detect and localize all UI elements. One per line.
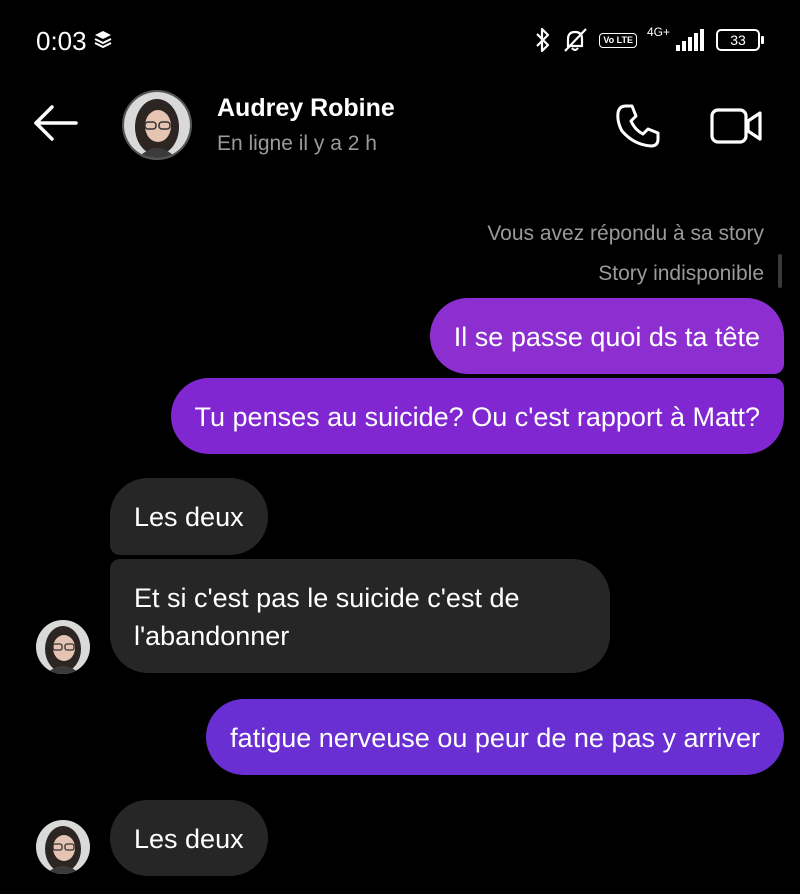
status-bar: 0:03 Vo LTE 4G+ 33 <box>0 0 800 80</box>
layers-icon <box>94 30 112 48</box>
message-outgoing[interactable]: fatigue nerveuse ou peur de ne pas y arr… <box>206 699 784 775</box>
status-icons: Vo LTE 4G+ 33 <box>535 22 764 58</box>
avatar[interactable] <box>122 90 192 160</box>
sender-avatar[interactable] <box>36 820 90 874</box>
sender-avatar[interactable] <box>36 620 90 674</box>
message-incoming[interactable]: Les deux <box>110 478 268 555</box>
message-outgoing[interactable]: Tu penses au suicide? Ou c'est rapport à… <box>170 378 784 454</box>
status-time: 0:03 <box>36 26 87 56</box>
volte-badge: Vo LTE <box>599 32 637 48</box>
network-type: 4G+ <box>646 25 670 39</box>
battery-indicator: 33 <box>716 29 764 51</box>
contact-name[interactable]: Audrey Robine <box>217 94 395 123</box>
message-incoming[interactable]: Et si c'est pas le suicide c'est de l'ab… <box>110 559 610 673</box>
bluetooth-icon <box>535 27 551 53</box>
story-reply-note: Vous avez répondu à sa story <box>487 222 764 245</box>
back-arrow-icon[interactable] <box>30 98 80 148</box>
phone-icon[interactable] <box>612 100 664 152</box>
contact-status: En ligne il y a 2 h <box>217 132 377 155</box>
message-incoming[interactable]: Les deux <box>110 800 268 876</box>
message-outgoing[interactable]: Il se passe quoi ds ta tête <box>429 298 784 374</box>
story-reply-bar <box>778 254 782 288</box>
bell-off-icon <box>561 26 589 54</box>
story-unavailable-note[interactable]: Story indisponible <box>598 262 764 286</box>
video-icon[interactable] <box>708 100 766 152</box>
signal-icon <box>676 29 706 51</box>
